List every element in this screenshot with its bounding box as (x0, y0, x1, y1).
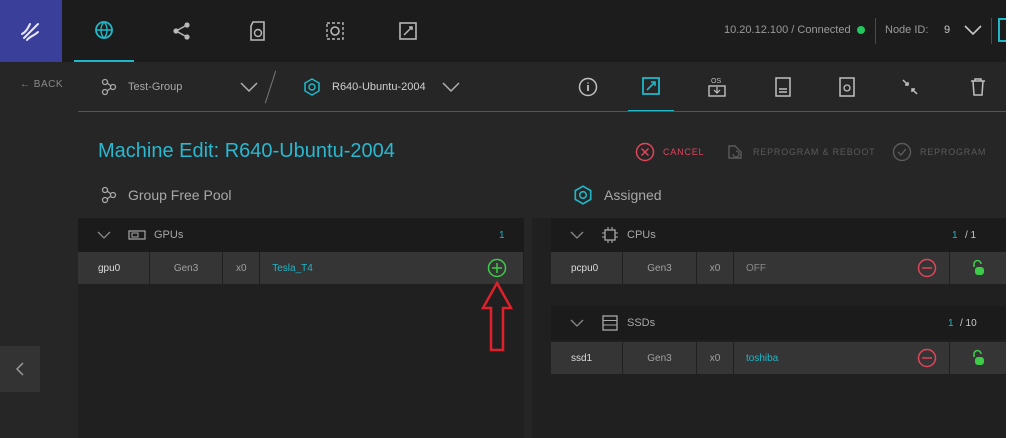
connection-text: 10.20.12.100 / Connected (724, 24, 851, 36)
device-model-text: OFF (746, 262, 766, 274)
group-selector[interactable]: Test-Group (100, 62, 182, 112)
header-divider (78, 111, 1006, 112)
reprogram-reboot-button[interactable]: REPROGRAM & REBOOT (725, 140, 875, 164)
reboot-icon (728, 145, 742, 159)
device-gen: Gen3 (623, 252, 696, 284)
unlock-icon (973, 349, 984, 365)
ssd-stack-icon (602, 315, 618, 331)
remove-circle-icon[interactable] (917, 258, 937, 278)
reprogram-button[interactable]: REPROGRAM (892, 140, 986, 164)
chevron-down-icon[interactable] (96, 229, 112, 241)
cpu-section-header[interactable]: CPUs (551, 218, 1006, 252)
device-width: x0 (697, 252, 733, 284)
cancel-label: CANCEL (663, 147, 705, 157)
divider (991, 18, 992, 44)
gpu-card-icon (128, 230, 146, 240)
machine-hex-icon (574, 185, 592, 205)
device-name: ssd1 (551, 342, 622, 374)
machine-dropdown-chevron-icon[interactable] (440, 77, 462, 102)
device-model: toshiba (734, 342, 949, 374)
device-width: x0 (223, 252, 260, 284)
gpu-section-header[interactable]: GPUs (78, 218, 524, 252)
network-icon[interactable] (824, 62, 870, 112)
group-name: Test-Group (128, 81, 183, 93)
group-dropdown-chevron-icon[interactable] (238, 77, 260, 102)
sub-bar: ← BACK Test-Group R640-Ubuntu-2004 OS (0, 62, 1006, 112)
ssd-total-count: / 10 (960, 318, 977, 329)
reprogram-reboot-label: REPROGRAM & REBOOT (753, 147, 876, 157)
table-row[interactable]: ssd1 Gen3 x0 toshiba (551, 342, 1006, 374)
remove-circle-icon[interactable] (917, 348, 937, 368)
connection-status: 10.20.12.100 / Connected (724, 24, 865, 36)
panel-toggle-icon[interactable] (998, 18, 1006, 42)
device-name: gpu0 (78, 252, 149, 284)
machine-hex-icon (304, 78, 320, 96)
cpu-section-label: CPUs (627, 229, 656, 241)
firmware-icon[interactable] (760, 62, 806, 112)
svg-text:OS: OS (711, 78, 721, 85)
storage-disk-icon[interactable] (228, 0, 288, 62)
machine-name: R640-Ubuntu-2004 (332, 81, 426, 93)
connected-dot-icon (856, 26, 865, 34)
reprogram-label: REPROGRAM (920, 147, 987, 157)
gpu-section-label: GPUs (154, 229, 184, 241)
edit-machine-icon[interactable] (628, 62, 674, 112)
device-gen: Gen3 (623, 342, 696, 374)
dashboard-globe-icon[interactable] (74, 0, 134, 62)
add-circle-icon[interactable] (487, 258, 507, 278)
machine-selector[interactable]: R640-Ubuntu-2004 (302, 62, 426, 112)
trash-icon[interactable] (955, 62, 1001, 112)
free-pool-header: Group Free Pool (100, 184, 232, 206)
device-model: OFF (734, 252, 949, 284)
ssd-section-label: SSDs (627, 317, 656, 329)
table-row[interactable]: pcpu0 Gen3 x0 OFF (551, 252, 1006, 284)
annotation-arrow-icon (480, 280, 514, 352)
device-name: pcpu0 (551, 252, 622, 284)
device-gen: Gen3 (149, 252, 223, 284)
cpu-chip-icon (602, 227, 618, 243)
ssd-assigned-count: 1 (948, 318, 954, 329)
chevron-down-icon[interactable] (569, 229, 585, 241)
os-install-icon[interactable]: OS (694, 62, 740, 112)
app-logo-icon[interactable] (0, 0, 62, 62)
app-frame: 10.20.12.100 / Connected Node ID: 9 ← BA… (0, 0, 1006, 438)
page-title: Machine Edit: R640-Ubuntu-2004 (98, 140, 395, 162)
info-icon[interactable] (565, 62, 611, 112)
assigned-panel: CPUs 1 / 1 pcpu0 Gen3 x0 OFF SSDs 1 / 10… (532, 218, 1006, 438)
collapse-arrows-icon[interactable] (887, 62, 933, 112)
cpu-assigned-count: 1 (952, 230, 958, 241)
assigned-header: Assigned (572, 184, 662, 206)
group-icon (101, 186, 117, 204)
cancel-x-icon (635, 142, 655, 162)
top-bar: 10.20.12.100 / Connected Node ID: 9 (0, 0, 1006, 62)
divider (875, 18, 876, 44)
table-row[interactable]: gpu0 Gen3 x0 Tesla_T4 (78, 252, 524, 284)
lock-toggle[interactable] (950, 252, 1006, 284)
device-model-text: toshiba (746, 352, 779, 364)
topology-share-icon[interactable] (152, 0, 212, 62)
unlock-icon (973, 259, 984, 275)
cancel-button[interactable]: CANCEL (635, 140, 704, 164)
expand-sidebar-tab[interactable] (0, 346, 40, 392)
device-width: x0 (697, 342, 733, 374)
back-link[interactable]: ← BACK (20, 79, 63, 90)
node-id-label: Node ID: (885, 24, 929, 36)
ssd-section-header[interactable]: SSDs (551, 306, 1006, 340)
breadcrumb-separator (264, 70, 277, 104)
lock-toggle[interactable] (950, 342, 1006, 374)
group-icon (101, 78, 117, 96)
node-dropdown-chevron-icon[interactable] (962, 20, 984, 45)
chevron-left-icon (15, 362, 24, 376)
node-id-value: 9 (944, 24, 951, 36)
gpu-count: 1 (499, 230, 505, 241)
check-circle-icon (892, 142, 912, 162)
assigned-title: Assigned (604, 187, 662, 203)
edit-document-icon[interactable] (378, 0, 438, 62)
settings-gear-icon[interactable] (305, 0, 365, 62)
chevron-down-icon[interactable] (569, 317, 585, 329)
device-model-text: Tesla_T4 (272, 262, 313, 274)
cpu-total-count: / 1 (965, 230, 977, 241)
free-pool-title: Group Free Pool (128, 187, 232, 203)
free-pool-panel: GPUs 1 gpu0 Gen3 x0 Tesla_T4 (78, 218, 524, 438)
